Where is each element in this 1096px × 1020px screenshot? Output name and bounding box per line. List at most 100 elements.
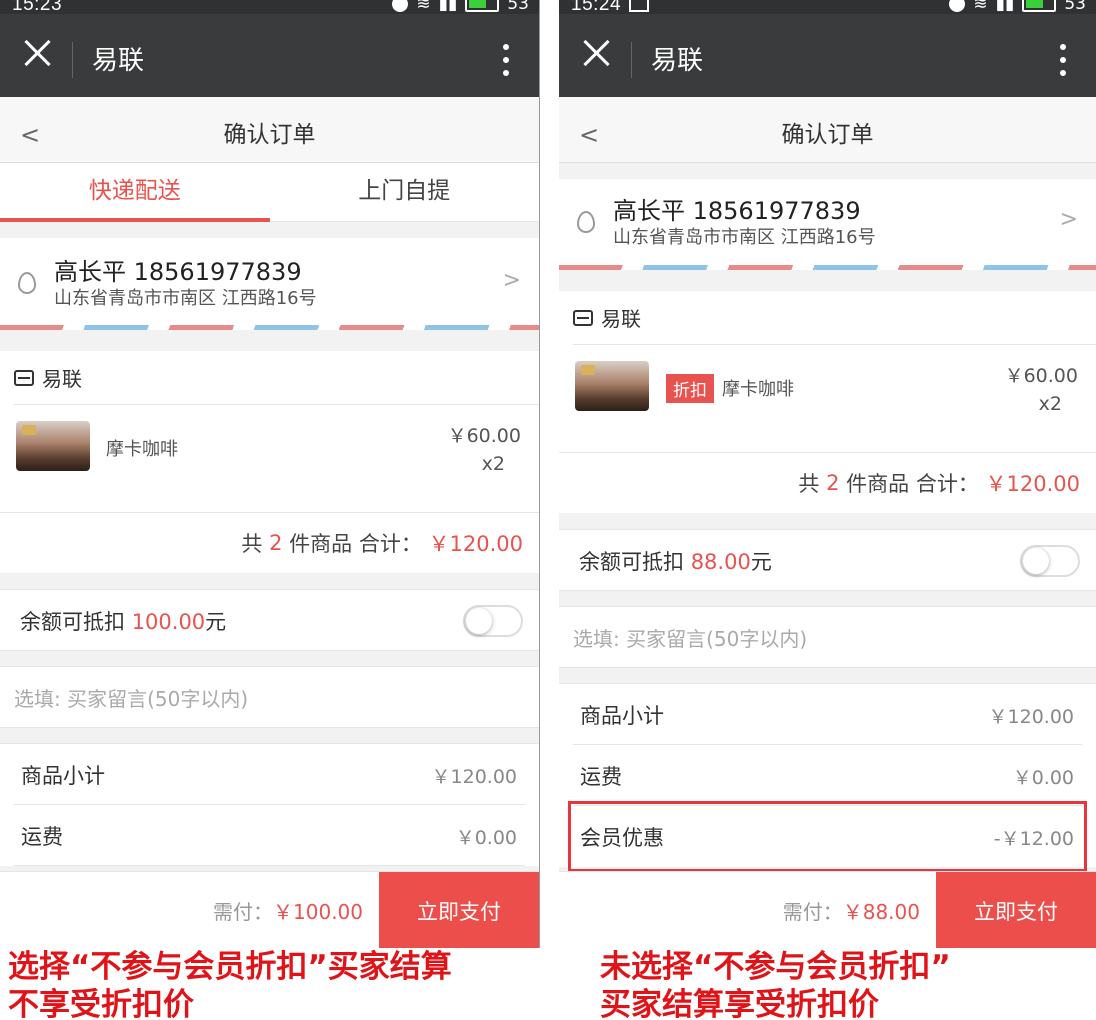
- store-icon: [573, 309, 593, 326]
- buyer-message-placeholder: 选填: 买家留言(50字以内): [573, 627, 808, 651]
- summary-row: 商品小计 ￥120.00: [573, 684, 1082, 745]
- product-price: ￥60.00: [447, 425, 521, 447]
- balance-deduct-row: 余额可抵扣 88.00元: [559, 529, 1096, 591]
- battery-level: 53: [1064, 0, 1086, 14]
- shop-header: 易联: [14, 351, 539, 405]
- shop-name: 易联: [601, 307, 641, 331]
- summary-label: 商品小计: [21, 764, 105, 788]
- total-amount: ￥120.00: [985, 472, 1080, 496]
- chevron-right-icon: >: [502, 268, 521, 293]
- product-thumbnail: [16, 421, 90, 471]
- payment-bar: 需付：￥100.00 立即支付: [0, 871, 539, 948]
- order-item: 摩卡咖啡 ￥60.00 x2: [0, 405, 539, 513]
- tab-self-pickup[interactable]: 上门自提: [270, 163, 540, 221]
- status-bar: 15:24 ≋ ▮▮ 53: [559, 0, 1096, 15]
- summary-value: ￥120.00: [431, 766, 517, 788]
- battery-icon: [465, 0, 500, 12]
- summary-value: ￥0.00: [455, 827, 517, 849]
- recipient-name-phone: 高长平 18561977839: [54, 258, 302, 286]
- product-name: 摩卡咖啡: [722, 379, 794, 400]
- close-icon[interactable]: [20, 36, 54, 70]
- member-discount-row: 会员优惠 -￥12.00: [568, 801, 1087, 872]
- member-discount-value: -￥12.00: [993, 828, 1074, 850]
- recipient-name-phone: 高长平 18561977839: [613, 197, 861, 225]
- product-name: 摩卡咖啡: [106, 439, 178, 460]
- order-total: 共 2 件商品 合计： ￥120.00: [559, 453, 1096, 513]
- total-amount: ￥120.00: [428, 532, 523, 556]
- product-thumbnail: [575, 361, 649, 411]
- amount-due: 需付：￥88.00: [782, 900, 920, 924]
- price-summary: 商品小计 ￥120.00 运费 ￥0.00: [0, 743, 539, 866]
- address-card[interactable]: 高长平 18561977839 山东省青岛市市南区 江西路16号 >: [559, 179, 1096, 267]
- close-icon[interactable]: [579, 36, 613, 70]
- product-quantity: x2: [1038, 393, 1062, 415]
- summary-row: 商品小计 ￥120.00: [14, 744, 525, 805]
- app-title: 易联: [651, 46, 704, 76]
- phone-screen-right: 15:24 ≋ ▮▮ 53 易联 < 确认订单 高长平 18561977839 …: [559, 0, 1096, 948]
- nav-bar: < 确认订单: [0, 97, 539, 163]
- address-line: 山东省青岛市市南区 江西路16号: [613, 227, 876, 248]
- app-bar: 易联: [559, 14, 1096, 97]
- product-quantity: x2: [481, 453, 505, 475]
- phone-screen-left: 15:23 ≋ ▮▮ 53 易联 < 确认订单 快递配送 上门自提 高长平 18…: [0, 0, 540, 948]
- buyer-message-placeholder: 选填: 买家留言(50字以内): [14, 687, 249, 711]
- shop-name: 易联: [42, 367, 82, 391]
- battery-level: 53: [507, 0, 529, 14]
- signal-icon: ▮▮: [995, 0, 1015, 14]
- summary-value: ￥0.00: [1012, 767, 1074, 789]
- summary-value: ￥120.00: [988, 706, 1074, 728]
- battery-icon: [1022, 0, 1057, 12]
- airmail-stripe: [559, 265, 1096, 270]
- payment-bar: 需付：￥88.00 立即支付: [559, 871, 1096, 948]
- page-title: 确认订单: [781, 122, 874, 148]
- location-pin-icon: [577, 211, 595, 233]
- chevron-right-icon: >: [1059, 207, 1078, 232]
- balance-toggle[interactable]: [463, 605, 523, 637]
- store-icon: [14, 369, 34, 386]
- divider: [631, 42, 632, 78]
- divider: [72, 42, 73, 78]
- app-bar: 易联: [0, 14, 539, 97]
- shop-section: 易联 摩卡咖啡 ￥60.00 x2 共 2 件商品 合计： ￥120.00: [0, 351, 539, 573]
- balance-amount: 100.00: [131, 610, 206, 634]
- price-summary: 商品小计 ￥120.00 运费 ￥0.00 会员优惠 -￥12.00: [559, 683, 1096, 872]
- amount-due: 需付：￥100.00: [213, 900, 363, 924]
- delivery-tabs: 快递配送 上门自提: [0, 163, 539, 222]
- signal-icon: ▮▮: [438, 0, 458, 14]
- pay-now-button[interactable]: 立即支付: [379, 872, 539, 948]
- order-total: 共 2 件商品 合计： ￥120.00: [0, 513, 539, 573]
- tab-express-delivery[interactable]: 快递配送: [0, 163, 270, 222]
- balance-toggle[interactable]: [1020, 545, 1080, 577]
- airmail-stripe: [0, 325, 539, 330]
- buyer-message-field[interactable]: 选填: 买家留言(50字以内): [0, 666, 539, 728]
- more-menu-icon[interactable]: [1060, 44, 1066, 76]
- wifi-icon: ≋: [973, 0, 988, 14]
- nav-bar: < 确认订单: [559, 97, 1096, 163]
- product-price: ￥60.00: [1004, 365, 1078, 387]
- address-line: 山东省青岛市市南区 江西路16号: [54, 288, 317, 309]
- summary-label: 商品小计: [580, 704, 664, 728]
- balance-deduct-row: 余额可抵扣 100.00元: [0, 589, 539, 651]
- order-item: 折扣 摩卡咖啡 ￥60.00 x2: [559, 345, 1096, 453]
- summary-label: 运费: [580, 765, 622, 789]
- discount-badge: 折扣: [666, 374, 714, 403]
- summary-label: 运费: [21, 825, 63, 849]
- summary-row: 运费 ￥0.00: [14, 805, 525, 866]
- address-card[interactable]: 高长平 18561977839 山东省青岛市市南区 江西路16号 >: [0, 238, 539, 328]
- balance-amount: 88.00: [690, 550, 751, 574]
- location-pin-icon: [18, 272, 36, 294]
- summary-label: 会员优惠: [580, 826, 664, 850]
- wifi-icon: ≋: [416, 0, 431, 14]
- shop-section: 易联 折扣 摩卡咖啡 ￥60.00 x2 共 2 件商品 合计： ￥120.00: [559, 291, 1096, 513]
- page-title: 确认订单: [223, 122, 316, 148]
- image-notification-icon: [629, 0, 649, 12]
- alarm-icon: [949, 0, 966, 12]
- more-menu-icon[interactable]: [503, 44, 509, 76]
- annotation-caption-left: 选择“不参与会员折扣”买家结算 不享受折扣价: [8, 949, 452, 1020]
- pay-now-button[interactable]: 立即支付: [936, 872, 1096, 948]
- summary-row: 运费 ￥0.00: [573, 745, 1082, 806]
- shop-header: 易联: [573, 291, 1096, 345]
- app-title: 易联: [92, 46, 145, 76]
- status-bar: 15:23 ≋ ▮▮ 53: [0, 0, 539, 15]
- buyer-message-field[interactable]: 选填: 买家留言(50字以内): [559, 606, 1096, 668]
